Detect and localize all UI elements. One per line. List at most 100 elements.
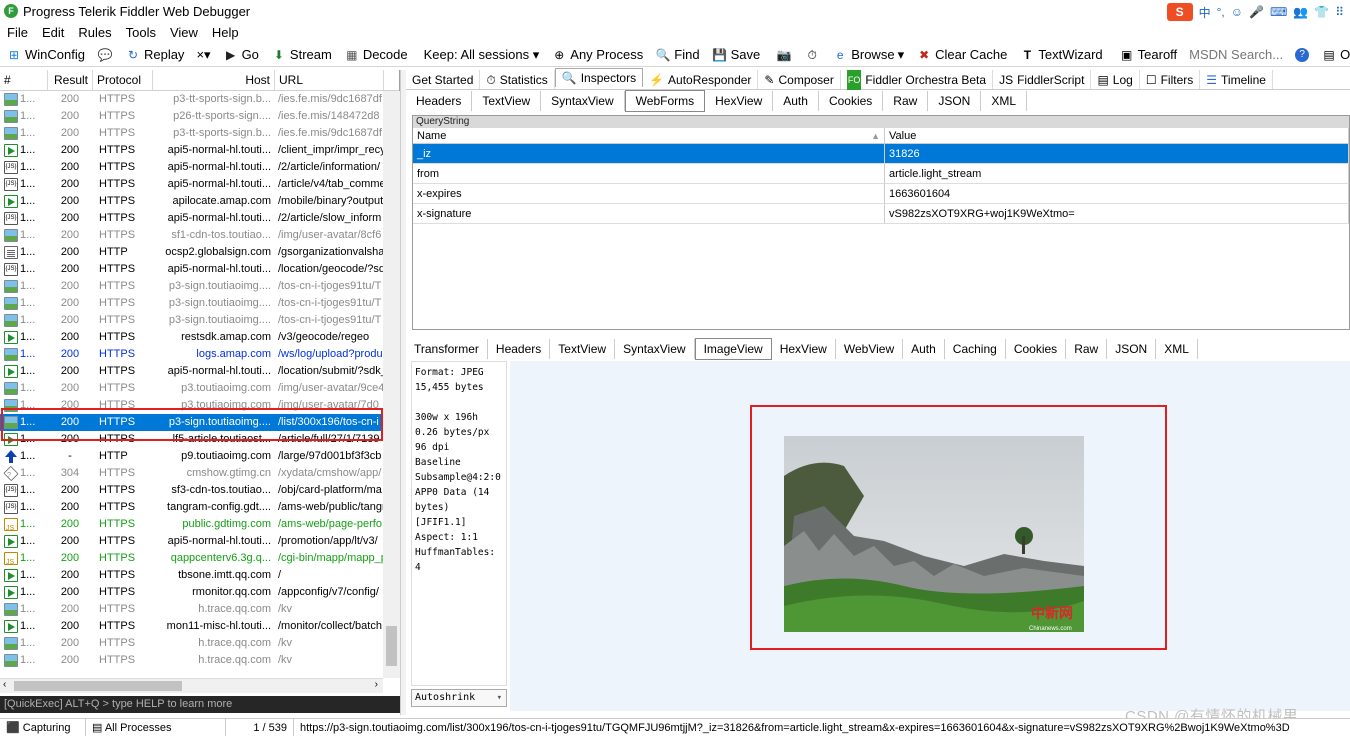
autoshrink-dropdown[interactable]: Autoshrink ▾ xyxy=(411,689,507,707)
col-header-name[interactable]: Name ▲ xyxy=(413,128,885,143)
menu-help[interactable]: Help xyxy=(205,23,246,42)
tab-log[interactable]: ▤ Log xyxy=(1091,70,1140,89)
session-row[interactable]: 1... 200 HTTPS api5-normal-hl.touti... /clie… xyxy=(0,142,399,159)
resp-tab-auth[interactable]: Auth xyxy=(903,339,945,359)
req-tab-syntaxview[interactable]: SyntaxView xyxy=(541,91,625,111)
session-row[interactable]: 1... 200 HTTPS logs.amap.com/ws/log/upload?… xyxy=(0,346,399,363)
session-row[interactable]: 1... 200 HTTPS p3-sign.toutiaoimg.... /tos-c… xyxy=(0,278,399,295)
decode-button[interactable]: ▦ Decode xyxy=(338,44,414,66)
session-row[interactable]: 1... 200 HTTPS h.trace.qq.com/kv xyxy=(0,635,399,652)
session-row[interactable]: 1... 200 HTTPS api5-normal-hl.touti... /arti… xyxy=(0,176,399,193)
param-value[interactable]: 1663601604 xyxy=(885,184,1349,203)
resp-tab-syntaxview[interactable]: SyntaxView xyxy=(615,339,695,359)
session-row[interactable]: 1... 200 HTTPS restsdk.amap.com/v3/geocode/… xyxy=(0,329,399,346)
help-button[interactable]: ? xyxy=(1289,44,1315,66)
resp-tab-xml[interactable]: XML xyxy=(1156,339,1198,359)
tab-filters[interactable]: ☐ Filters xyxy=(1140,70,1201,89)
tearoff-button[interactable]: ▣ Tearoff xyxy=(1113,44,1184,66)
menu-tools[interactable]: Tools xyxy=(119,23,163,42)
go-button[interactable]: ▶ Go xyxy=(217,44,265,66)
find-button[interactable]: 🔍 Find xyxy=(649,44,705,66)
param-name[interactable]: from xyxy=(413,164,885,183)
keep-sessions-dropdown[interactable]: Keep: All sessions ▾ xyxy=(418,44,546,66)
tab-fiddler-orchestra[interactable]: FO Fiddler Orchestra Beta xyxy=(841,69,994,90)
session-row[interactable]: 1... 200 HTTPS sf1-cdn-tos.toutiao... /img/u… xyxy=(0,227,399,244)
req-tab-headers[interactable]: Headers xyxy=(406,91,473,111)
comment-button[interactable]: 💬 xyxy=(91,44,119,66)
timer-button[interactable]: ⏱ xyxy=(798,44,826,66)
col-header-number[interactable]: # xyxy=(0,70,48,90)
menu-rules[interactable]: Rules xyxy=(71,23,118,42)
req-tab-webforms[interactable]: WebForms xyxy=(624,90,706,112)
session-row[interactable]: 1... 200 HTTPS p3-sign.toutiaoimg.... /tos-c… xyxy=(0,295,399,312)
querystring-row[interactable]: x-signature vS982zsXOT9XRG+woj1K9WeXtmo= xyxy=(413,204,1349,224)
scroll-left-icon[interactable]: ‹ xyxy=(3,679,6,690)
session-row[interactable]: 1... 200 HTTPS p26-tt-sports-sign.... /ies.f… xyxy=(0,108,399,125)
session-row[interactable]: 1... 200 HTTPS p3.toutiaoimg.com/img/user-a… xyxy=(0,380,399,397)
session-row[interactable]: 1... 200 HTTPS tangram-config.gdt.... /ams-w… xyxy=(0,499,399,516)
param-value[interactable]: 31826 xyxy=(885,144,1349,163)
stream-button[interactable]: ⬇ Stream xyxy=(265,44,338,66)
replay-button[interactable]: ↻ Replay xyxy=(119,44,190,66)
msdn-search-input[interactable]: MSDN Search... xyxy=(1183,44,1289,66)
ime-item[interactable]: 中 xyxy=(1199,4,1211,21)
tab-inspectors[interactable]: 🔍 Inspectors xyxy=(554,68,644,87)
resp-tab-transformer[interactable]: Transformer xyxy=(406,339,488,359)
quickexec-input[interactable]: [QuickExec] ALT+Q > type HELP to learn m… xyxy=(0,696,400,713)
col-header-url[interactable]: URL xyxy=(275,70,384,90)
resp-tab-raw[interactable]: Raw xyxy=(1066,339,1108,359)
session-row[interactable]: 1... 200 HTTPS public.gdtimg.com/ams-web/pa… xyxy=(0,516,399,533)
req-tab-textview[interactable]: TextView xyxy=(472,91,542,111)
tab-statistics[interactable]: ⏱ Statistics xyxy=(480,70,555,89)
session-row[interactable]: 1... 200 HTTPS tbsone.imtt.qq.com / xyxy=(0,567,399,584)
process-filter[interactable]: ▤ All Processes xyxy=(86,719,226,736)
ime-item[interactable]: °, xyxy=(1217,5,1225,19)
session-row[interactable]: 1... 200 HTTPS api5-normal-hl.touti... /loca… xyxy=(0,261,399,278)
param-name[interactable]: _iz xyxy=(413,144,885,163)
menu-view[interactable]: View xyxy=(163,23,205,42)
session-row[interactable]: 1... 200 HTTPS qappcenterv6.3g.q... /cgi-bin… xyxy=(0,550,399,567)
param-name[interactable]: x-signature xyxy=(413,204,885,223)
scroll-right-icon[interactable]: › xyxy=(375,679,378,690)
session-row[interactable]: 1... 200 HTTPS rmonitor.qq.com/appconfig/v7… xyxy=(0,584,399,601)
ime-item[interactable]: ⠿ xyxy=(1335,5,1344,19)
resp-tab-textview[interactable]: TextView xyxy=(550,339,616,359)
req-tab-hexview[interactable]: HexView xyxy=(705,91,774,111)
ime-item[interactable]: ☺ xyxy=(1231,5,1243,19)
session-row[interactable]: 1... 200 HTTPS h.trace.qq.com/kv xyxy=(0,652,399,669)
session-row[interactable]: 1... 200 HTTPS h.trace.qq.com/kv xyxy=(0,601,399,618)
req-tab-raw[interactable]: Raw xyxy=(883,91,929,111)
resp-tab-hexview[interactable]: HexView xyxy=(772,339,836,359)
session-row[interactable]: 1... 200 HTTPS mon11-misc-hl.touti... /monit… xyxy=(0,618,399,635)
ime-item[interactable]: 👥 xyxy=(1293,5,1308,19)
querystring-row[interactable]: x-expires 1663601604 xyxy=(413,184,1349,204)
browse-button[interactable]: e Browse ▾ xyxy=(826,44,910,66)
session-list-vertical-scrollbar[interactable] xyxy=(383,91,400,678)
tab-composer[interactable]: ✎ Composer xyxy=(758,70,841,89)
remove-button[interactable]: ×▾ xyxy=(190,44,216,66)
querystring-row[interactable]: _iz 31826 xyxy=(413,144,1349,164)
clear-cache-button[interactable]: ✖ Clear Cache xyxy=(910,44,1013,66)
tab-timeline[interactable]: ☰ Timeline xyxy=(1200,70,1273,89)
session-list[interactable]: # Result Protocol Host URL 1... 200 HTTPS p… xyxy=(0,70,400,678)
resp-tab-webview[interactable]: WebView xyxy=(836,339,904,359)
req-tab-cookies[interactable]: Cookies xyxy=(819,91,884,111)
session-row[interactable]: 1... 200 HTTPS api5-normal-hl.touti... /loca… xyxy=(0,363,399,380)
col-header-result[interactable]: Result xyxy=(48,70,93,90)
param-name[interactable]: x-expires xyxy=(413,184,885,203)
tab-autoresponder[interactable]: ⚡ AutoResponder xyxy=(643,70,759,89)
session-row[interactable]: 1... 200 HTTPS apilocate.amap.com/mobile/bi… xyxy=(0,193,399,210)
resp-tab-cookies[interactable]: Cookies xyxy=(1006,339,1067,359)
session-row[interactable]: 1... 200 HTTPS p3-sign.toutiaoimg.... /tos-c… xyxy=(0,312,399,329)
session-list-horizontal-scrollbar[interactable]: ‹ › xyxy=(0,678,383,693)
session-row[interactable]: 1... 200 HTTP ocsp2.globalsign.com/gsorgani… xyxy=(0,244,399,261)
ime-item[interactable]: ⌨ xyxy=(1270,5,1287,19)
req-tab-xml[interactable]: XML xyxy=(981,91,1028,111)
any-process-button[interactable]: ⊕ Any Process xyxy=(545,44,649,66)
session-row[interactable]: 1... 200 HTTPS p3-tt-sports-sign.b... /ies.f… xyxy=(0,91,399,108)
session-row[interactable]: 1... 200 HTTPS api5-normal-hl.touti... /2/ar… xyxy=(0,159,399,176)
param-value[interactable]: article.light_stream xyxy=(885,164,1349,183)
col-header-value[interactable]: Value xyxy=(885,128,1349,143)
session-row[interactable]: 1... 200 HTTPS p3-tt-sports-sign.b... /ies.f… xyxy=(0,125,399,142)
session-row[interactable]: 1... 304 HTTPS cmshow.gtimg.cn/xydata/cmsho… xyxy=(0,465,399,482)
